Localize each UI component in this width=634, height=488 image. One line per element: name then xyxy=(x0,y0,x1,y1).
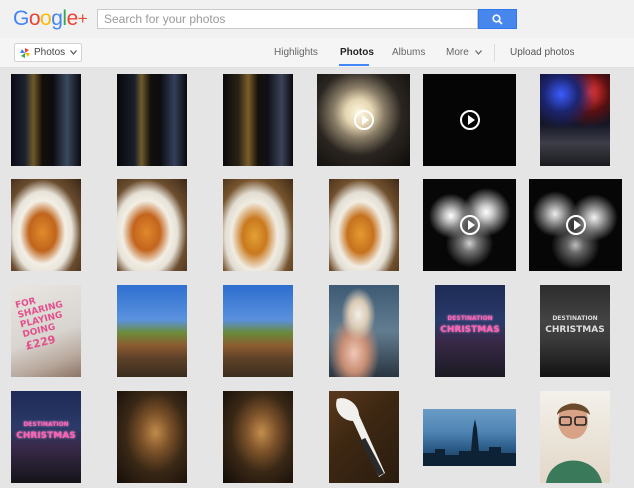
photo-corridor-1[interactable] xyxy=(11,74,81,166)
photo-newspaper[interactable]: FOR SHARING PLAYING DOING £229 xyxy=(11,285,81,377)
play-icon xyxy=(459,110,480,130)
divider xyxy=(494,44,495,62)
video-fireworks-1[interactable] xyxy=(423,179,516,271)
upload-photos-link[interactable]: Upload photos xyxy=(510,47,575,58)
photos-dropdown[interactable]: Photos xyxy=(14,43,82,62)
photos-pinwheel-icon xyxy=(20,47,30,58)
portrait-shape xyxy=(546,403,602,483)
photo-destination-christmas-bw[interactable]: DESTINATION CHRISTMAS xyxy=(540,285,610,377)
photos-subnav: Photos Highlights Photos Albums More Upl… xyxy=(0,38,634,68)
photo-guitar[interactable] xyxy=(329,391,399,483)
guitar-shape xyxy=(336,398,385,477)
photo-soup-1[interactable] xyxy=(11,179,81,271)
chevron-down-icon xyxy=(70,50,78,55)
photo-soup-2[interactable] xyxy=(117,179,187,271)
photo-staircase-1[interactable] xyxy=(117,391,187,483)
photo-grid: FOR SHARING PLAYING DOING £229 DESTINATI… xyxy=(0,68,634,488)
video-fireworks-2[interactable] xyxy=(529,179,622,271)
tab-more-label: More xyxy=(446,47,469,58)
tab-highlights[interactable]: Highlights xyxy=(274,47,318,58)
photo-destination-christmas-1[interactable]: DESTINATION CHRISTMAS xyxy=(435,285,505,377)
photo-soup-3[interactable] xyxy=(223,179,293,271)
tab-albums[interactable]: Albums xyxy=(392,47,425,58)
photo-corridor-3[interactable] xyxy=(223,74,293,166)
photos-dropdown-label: Photos xyxy=(34,47,66,58)
sign-destination: DESTINATION xyxy=(447,315,493,322)
photo-selfie-portrait[interactable] xyxy=(540,391,610,483)
search-icon xyxy=(492,13,503,25)
photo-staircase-2[interactable] xyxy=(223,391,293,483)
video-black[interactable] xyxy=(423,74,516,166)
search-button[interactable] xyxy=(478,9,517,29)
play-icon xyxy=(459,215,480,235)
sign-christmas: CHRISTMAS xyxy=(440,325,500,335)
tab-photos[interactable]: Photos xyxy=(340,47,374,58)
play-icon xyxy=(353,110,374,130)
active-tab-indicator xyxy=(339,64,369,66)
google-plus-logo[interactable]: Google+ xyxy=(13,6,88,32)
video-candle[interactable] xyxy=(317,74,410,166)
photo-corridor-2[interactable] xyxy=(117,74,187,166)
photo-soup-4[interactable] xyxy=(329,179,399,271)
newspaper-headline: FOR SHARING PLAYING DOING £229 xyxy=(14,290,71,352)
photo-destination-christmas-2[interactable]: DESTINATION CHRISTMAS xyxy=(11,391,81,483)
search-input[interactable]: Search for your photos xyxy=(97,9,478,29)
photo-city-skyline[interactable] xyxy=(423,409,516,466)
photo-campus-1[interactable] xyxy=(117,285,187,377)
chevron-down-icon xyxy=(474,50,482,55)
sign-christmas: CHRISTMAS xyxy=(545,325,605,335)
tab-more[interactable]: More xyxy=(446,47,482,58)
sign-christmas: CHRISTMAS xyxy=(16,431,76,441)
sign-destination: DESTINATION xyxy=(552,315,598,322)
skyline-shape xyxy=(423,419,516,466)
photo-ice-cream-cone[interactable] xyxy=(329,285,399,377)
photo-concert-stage[interactable] xyxy=(540,74,610,166)
sign-destination: DESTINATION xyxy=(23,421,69,428)
play-icon xyxy=(565,215,586,235)
top-bar: Google+ Search for your photos xyxy=(0,0,634,38)
photo-campus-2[interactable] xyxy=(223,285,293,377)
